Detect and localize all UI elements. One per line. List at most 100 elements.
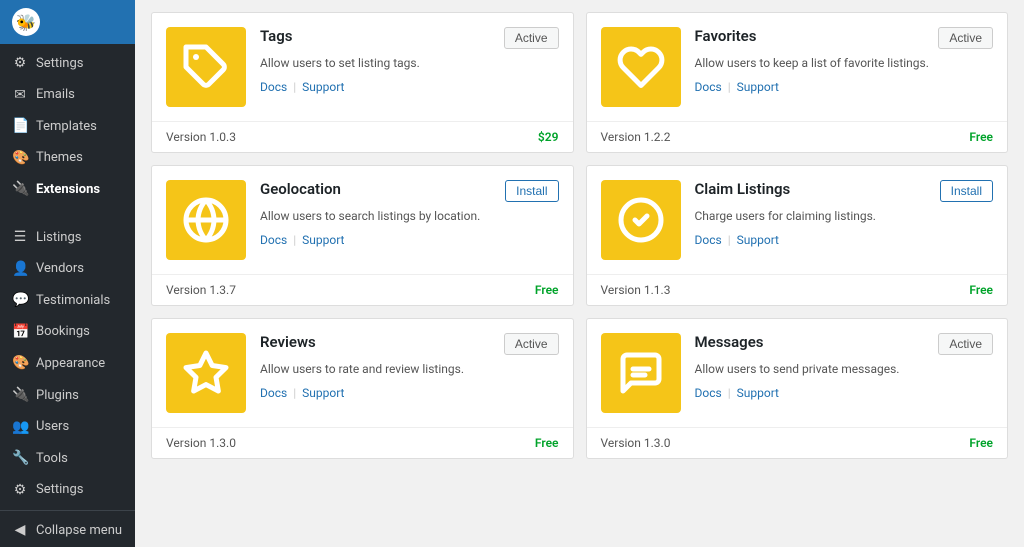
extension-card-tags: Tags Active Allow users to set listing t… xyxy=(151,12,574,153)
sidebar-item-label: Extensions xyxy=(36,181,100,199)
sidebar-item-label: Vendors xyxy=(36,260,84,278)
sidebar-item-settings2[interactable]: ⚙ Settings xyxy=(0,475,135,507)
card-description: Allow users to keep a list of favorite l… xyxy=(695,54,994,72)
card-title: Tags xyxy=(260,27,293,45)
sidebar-item-label: Collapse menu xyxy=(36,522,122,540)
card-content: Geolocation Install Allow users to searc… xyxy=(260,180,559,247)
link-divider: | xyxy=(728,233,731,247)
main-content: Tags Active Allow users to set listing t… xyxy=(135,0,1024,547)
card-content: Tags Active Allow users to set listing t… xyxy=(260,27,559,94)
support-link[interactable]: Support xyxy=(302,386,344,400)
testimonials-icon: 💬 xyxy=(12,291,28,311)
support-link[interactable]: Support xyxy=(737,80,779,94)
card-header: Favorites Active xyxy=(695,27,994,49)
card-footer: Version 1.1.3 Free xyxy=(587,274,1008,305)
sidebar: 🐝 ⚙ Settings ✉ Emails 📄 Templates 🎨 Them… xyxy=(0,0,135,547)
card-price: Free xyxy=(969,130,993,144)
link-divider: | xyxy=(293,386,296,400)
docs-link[interactable]: Docs xyxy=(695,80,722,94)
extension-card-reviews: Reviews Active Allow users to rate and r… xyxy=(151,318,574,459)
sidebar-item-settings[interactable]: ⚙ Settings xyxy=(0,48,135,80)
card-description: Charge users for claiming listings. xyxy=(695,207,994,225)
link-divider: | xyxy=(293,80,296,94)
card-description: Allow users to send private messages. xyxy=(695,360,994,378)
docs-link[interactable]: Docs xyxy=(695,233,722,247)
card-links: Docs | Support xyxy=(695,80,994,94)
card-price: Free xyxy=(535,436,559,450)
sidebar-item-listings[interactable]: ☰ Listings xyxy=(0,222,135,254)
card-content: Reviews Active Allow users to rate and r… xyxy=(260,333,559,400)
docs-link[interactable]: Docs xyxy=(695,386,722,400)
card-footer: Version 1.0.3 $29 xyxy=(152,121,573,152)
sidebar-item-label: Plugins xyxy=(36,387,79,405)
sidebar-item-plugins[interactable]: 🔌 Plugins xyxy=(0,380,135,412)
sidebar-item-appearance[interactable]: 🎨 Appearance xyxy=(0,348,135,380)
card-top: Messages Active Allow users to send priv… xyxy=(587,319,1008,427)
sidebar-item-vendors[interactable]: 👤 Vendors xyxy=(0,254,135,286)
sidebar-item-testimonials[interactable]: 💬 Testimonials xyxy=(0,285,135,317)
sidebar-item-users[interactable]: 👥 Users xyxy=(0,412,135,444)
vendors-icon: 👤 xyxy=(12,260,28,280)
card-version: Version 1.0.3 xyxy=(166,130,236,144)
support-link[interactable]: Support xyxy=(302,80,344,94)
docs-link[interactable]: Docs xyxy=(260,233,287,247)
status-active-button[interactable]: Active xyxy=(504,333,559,355)
card-header: Reviews Active xyxy=(260,333,559,355)
card-price: Free xyxy=(969,283,993,297)
card-description: Allow users to set listing tags. xyxy=(260,54,559,72)
appearance-icon: 🎨 xyxy=(12,354,28,374)
card-links: Docs | Support xyxy=(695,233,994,247)
card-header: Messages Active xyxy=(695,333,994,355)
card-title: Favorites xyxy=(695,27,757,45)
status-install-button[interactable]: Install xyxy=(940,180,993,202)
card-top: Reviews Active Allow users to rate and r… xyxy=(152,319,573,427)
tools-icon: 🔧 xyxy=(12,449,28,469)
card-header: Geolocation Install xyxy=(260,180,559,202)
docs-link[interactable]: Docs xyxy=(260,386,287,400)
status-active-button[interactable]: Active xyxy=(938,27,993,49)
bookings-icon: 📅 xyxy=(12,323,28,343)
status-install-button[interactable]: Install xyxy=(505,180,558,202)
sidebar-item-themes[interactable]: 🎨 Themes xyxy=(0,143,135,175)
sidebar-item-label: Listings xyxy=(36,229,81,247)
card-content: Claim Listings Install Charge users for … xyxy=(695,180,994,247)
status-active-button[interactable]: Active xyxy=(938,333,993,355)
card-title: Reviews xyxy=(260,333,316,351)
templates-icon: 📄 xyxy=(12,117,28,137)
sidebar-item-bookings[interactable]: 📅 Bookings xyxy=(0,317,135,349)
card-icon-check-circle xyxy=(601,180,681,260)
status-active-button[interactable]: Active xyxy=(504,27,559,49)
extension-card-claim-listings: Claim Listings Install Charge users for … xyxy=(586,165,1009,306)
card-top: Favorites Active Allow users to keep a l… xyxy=(587,13,1008,121)
card-version: Version 1.3.0 xyxy=(601,436,671,450)
settings-icon: ⚙ xyxy=(12,54,28,74)
card-description: Allow users to search listings by locati… xyxy=(260,207,559,225)
support-link[interactable]: Support xyxy=(737,386,779,400)
support-link[interactable]: Support xyxy=(302,233,344,247)
sidebar-item-templates[interactable]: 📄 Templates xyxy=(0,111,135,143)
users-icon: 👥 xyxy=(12,418,28,438)
sidebar-item-extensions[interactable]: 🔌 Extensions xyxy=(0,174,135,206)
card-links: Docs | Support xyxy=(695,386,994,400)
sidebar-item-tools[interactable]: 🔧 Tools xyxy=(0,443,135,475)
link-divider: | xyxy=(293,233,296,247)
listings-icon: ☰ xyxy=(12,228,28,248)
card-icon-globe xyxy=(166,180,246,260)
emails-icon: ✉ xyxy=(12,86,28,106)
card-footer: Version 1.3.7 Free xyxy=(152,274,573,305)
sidebar-item-label: Themes xyxy=(36,149,83,167)
card-footer: Version 1.3.0 Free xyxy=(587,427,1008,458)
sidebar-item-emails[interactable]: ✉ Emails xyxy=(0,80,135,112)
sidebar-item-label: Settings xyxy=(36,55,83,73)
link-divider: | xyxy=(728,80,731,94)
support-link[interactable]: Support xyxy=(737,233,779,247)
docs-link[interactable]: Docs xyxy=(260,80,287,94)
link-divider: | xyxy=(728,386,731,400)
sidebar-item-collapse[interactable]: ◀ Collapse menu xyxy=(0,515,135,547)
card-header: Tags Active xyxy=(260,27,559,49)
extension-card-messages: Messages Active Allow users to send priv… xyxy=(586,318,1009,459)
sidebar-logo[interactable]: 🐝 xyxy=(0,0,135,44)
card-description: Allow users to rate and review listings. xyxy=(260,360,559,378)
card-version: Version 1.3.0 xyxy=(166,436,236,450)
sidebar-item-label: Emails xyxy=(36,86,75,104)
